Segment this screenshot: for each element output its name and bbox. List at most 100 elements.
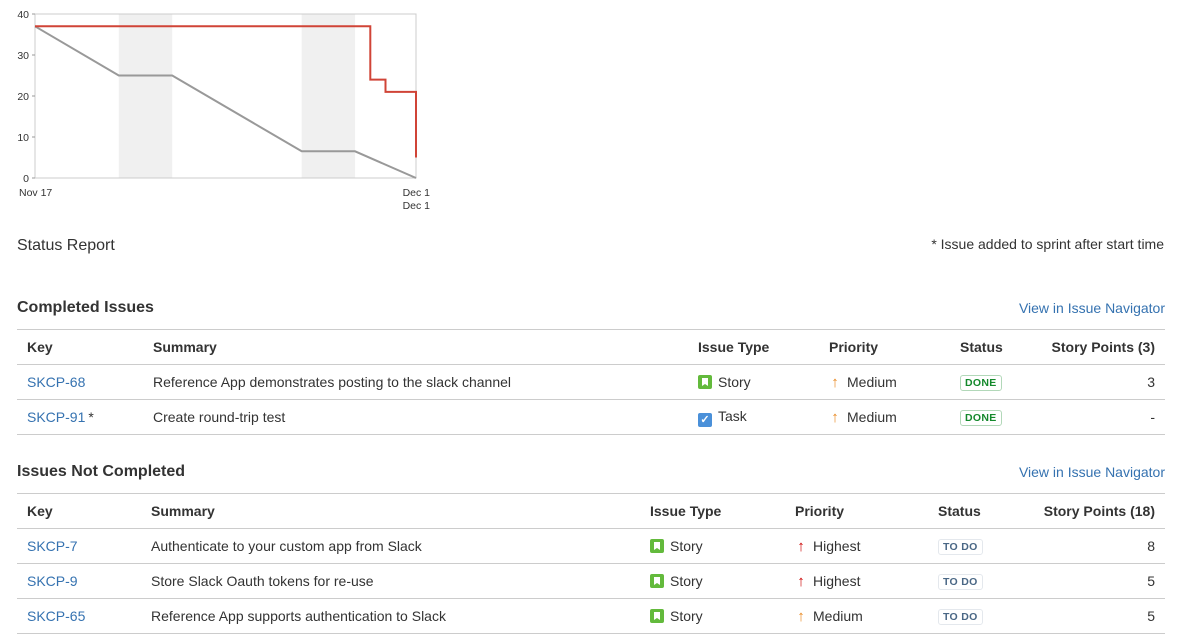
- status-badge: TO DO: [938, 574, 983, 590]
- status-badge: DONE: [960, 410, 1002, 426]
- arrow-up-icon: ↑: [797, 537, 805, 555]
- story-icon: [650, 574, 664, 588]
- col-header-priority[interactable]: Priority: [785, 493, 928, 529]
- table-row[interactable]: SKCP-91 * Create round-trip test ✓ Task ↑ Medi…: [17, 399, 1165, 435]
- cell-issue-type: Story: [688, 364, 819, 400]
- cell-issue-type: Story: [640, 528, 785, 564]
- col-header-key[interactable]: Key: [17, 493, 141, 529]
- priority-label: Highest: [813, 537, 861, 554]
- story-icon: [650, 539, 664, 553]
- status-badge: TO DO: [938, 609, 983, 625]
- cell-summary: Create round-trip test: [143, 399, 688, 435]
- col-header-story-points[interactable]: Story Points (18): [1024, 493, 1165, 529]
- issue-key-link[interactable]: SKCP-68: [27, 374, 85, 390]
- status-report-title: Status Report: [17, 237, 115, 254]
- footnote-added-after-start: * Issue added to sprint after start time: [931, 236, 1164, 252]
- burndown-chart: 0 10 20 30 40 Nov 17 Dec 1Dec 1: [17, 9, 431, 212]
- cell-story-points: -: [1033, 399, 1165, 435]
- cell-key: SKCP-9: [17, 563, 141, 599]
- cell-issue-type: Story: [640, 563, 785, 599]
- story-icon: [698, 375, 712, 389]
- cell-priority: ↑ Highest: [785, 563, 928, 599]
- issue-key-link[interactable]: SKCP-7: [27, 538, 78, 554]
- table-header-row: Key Summary Issue Type Priority Status S…: [17, 329, 1165, 365]
- cell-priority: ↑ Medium: [785, 598, 928, 634]
- arrow-up-icon: ↑: [831, 408, 839, 426]
- added-after-start-marker: *: [88, 409, 94, 425]
- cell-key: SKCP-91 *: [17, 399, 143, 435]
- status-badge: TO DO: [938, 539, 983, 555]
- series-line: [35, 25, 417, 158]
- col-header-story-points[interactable]: Story Points (3): [1033, 329, 1165, 365]
- arrow-up-icon: ↑: [831, 373, 839, 391]
- y-tick-label: 0: [23, 173, 29, 185]
- cell-status: DONE: [950, 364, 1033, 400]
- col-header-summary[interactable]: Summary: [141, 493, 640, 529]
- col-header-issue-type[interactable]: Issue Type: [688, 329, 819, 365]
- col-header-priority[interactable]: Priority: [819, 329, 950, 365]
- x-tick-label: Nov 17: [19, 187, 52, 199]
- not-completed-issues-table: Key Summary Issue Type Priority Status S…: [17, 493, 1165, 634]
- status-badge: DONE: [960, 375, 1002, 391]
- priority-label: Medium: [847, 408, 897, 425]
- story-icon: [650, 609, 664, 623]
- col-header-summary[interactable]: Summary: [143, 329, 688, 365]
- completed-issues-table: Key Summary Issue Type Priority Status S…: [17, 329, 1165, 435]
- cell-story-points: 3: [1033, 364, 1165, 400]
- priority-label: Medium: [813, 607, 863, 624]
- col-header-status[interactable]: Status: [950, 329, 1033, 365]
- cell-status: TO DO: [928, 528, 1024, 564]
- col-header-issue-type[interactable]: Issue Type: [640, 493, 785, 529]
- cell-status: TO DO: [928, 598, 1024, 634]
- cell-story-points: 5: [1024, 598, 1165, 634]
- cell-summary: Reference App demonstrates posting to th…: [143, 364, 688, 400]
- cell-summary: Store Slack Oauth tokens for re-use: [141, 563, 640, 599]
- table-row[interactable]: SKCP-7 Authenticate to your custom app fr…: [17, 528, 1165, 564]
- cell-status: DONE: [950, 399, 1033, 435]
- cell-story-points: 5: [1024, 563, 1165, 599]
- x-tick-label: Dec 1: [403, 187, 431, 199]
- issue-key-link[interactable]: SKCP-91: [27, 409, 85, 425]
- y-tick-label: 10: [17, 132, 29, 144]
- cell-key: SKCP-68: [17, 364, 143, 400]
- not-completed-view-in-issue-navigator-link[interactable]: View in Issue Navigator: [1019, 464, 1165, 480]
- completed-view-in-issue-navigator-link[interactable]: View in Issue Navigator: [1019, 300, 1165, 316]
- table-row[interactable]: SKCP-68 Reference App demonstrates postin…: [17, 364, 1165, 400]
- issue-type-label: Story: [718, 374, 751, 390]
- non-working-days-band: [301, 14, 356, 178]
- not-completed-issues-title: Issues Not Completed: [17, 463, 186, 480]
- table-row[interactable]: SKCP-65 Reference App supports authentica…: [17, 598, 1165, 634]
- priority-label: Highest: [813, 572, 861, 589]
- priority-label: Medium: [847, 373, 897, 390]
- issue-type-label: Task: [718, 407, 747, 424]
- y-tick-label: 40: [17, 9, 29, 21]
- col-header-key[interactable]: Key: [17, 329, 143, 365]
- cell-summary: Reference App supports authentication to…: [141, 598, 640, 634]
- y-tick-label: 20: [17, 91, 29, 103]
- cell-issue-type: Story: [640, 598, 785, 634]
- cell-priority: ↑ Medium: [819, 399, 950, 435]
- issue-type-label: Story: [670, 608, 703, 624]
- table-row[interactable]: SKCP-9 Store Slack Oauth tokens for re-us…: [17, 563, 1165, 599]
- arrow-up-icon: ↑: [797, 572, 805, 590]
- series-line: [34, 25, 417, 179]
- issue-type-label: Story: [670, 573, 703, 589]
- cell-key: SKCP-65: [17, 598, 141, 634]
- x-tick-label: Dec 1: [403, 200, 431, 212]
- cell-summary: Authenticate to your custom app from Sla…: [141, 528, 640, 564]
- cell-key: SKCP-7: [17, 528, 141, 564]
- issue-key-link[interactable]: SKCP-9: [27, 573, 78, 589]
- issue-type-label: Story: [670, 538, 703, 554]
- table-header-row: Key Summary Issue Type Priority Status S…: [17, 493, 1165, 529]
- cell-status: TO DO: [928, 563, 1024, 599]
- cell-priority: ↑ Highest: [785, 528, 928, 564]
- arrow-up-icon: ↑: [797, 607, 805, 625]
- col-header-status[interactable]: Status: [928, 493, 1024, 529]
- y-tick-label: 30: [17, 50, 29, 62]
- non-working-days-band: [118, 14, 173, 178]
- cell-priority: ↑ Medium: [819, 364, 950, 400]
- cell-story-points: 8: [1024, 528, 1165, 564]
- not-completed-issues-header: Issues Not Completed View in Issue Navig…: [17, 463, 1165, 485]
- issue-key-link[interactable]: SKCP-65: [27, 608, 85, 624]
- completed-issues-title: Completed Issues: [17, 299, 154, 316]
